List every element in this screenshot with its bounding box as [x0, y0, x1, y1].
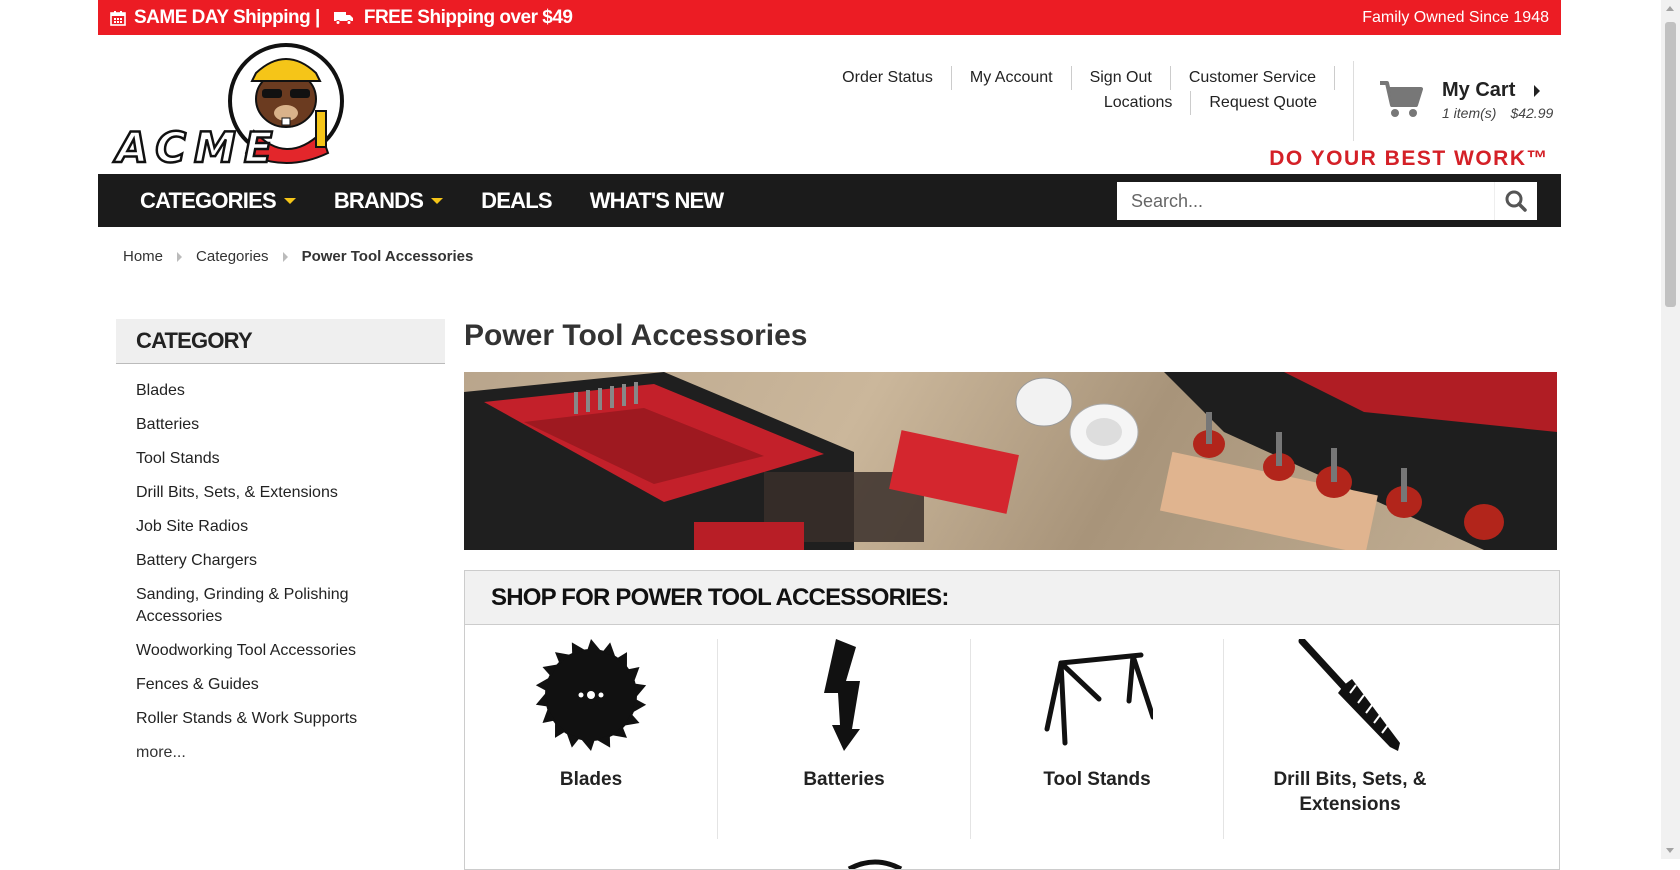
sidebar-heading: CATEGORY [116, 319, 445, 364]
nav-categories[interactable]: CATEGORIES [140, 188, 296, 214]
cart-item-count: 1 item(s) [1442, 105, 1497, 121]
sidebar-more-link[interactable]: more... [136, 742, 376, 764]
category-tile-tool-stands[interactable]: Tool Stands [971, 639, 1224, 839]
tool-accessories-photo-icon [464, 372, 1557, 550]
page-title: Power Tool Accessories [464, 319, 808, 352]
nav-brands-label: BRANDS [333, 187, 424, 213]
sidebar-item-roller-stands[interactable]: Roller Stands & Work Supports [136, 708, 376, 730]
nav-deals[interactable]: DEALS [481, 188, 552, 214]
tile-label: Blades [559, 769, 623, 790]
chevron-right-icon [282, 251, 288, 262]
sidebar-item-sanding-grinding[interactable]: Sanding, Grinding & Polishing Accessorie… [136, 584, 376, 628]
promo-bar: SAME DAY Shipping | FREE Shipping over $… [98, 0, 1561, 35]
sidebar-item-tool-stands[interactable]: Tool Stands [136, 448, 376, 470]
search-input[interactable] [1117, 182, 1494, 220]
locations-link[interactable]: Locations [1086, 90, 1192, 115]
sidebar-item-battery-chargers[interactable]: Battery Chargers [136, 550, 376, 572]
truck-icon [333, 11, 353, 25]
search-icon [1505, 190, 1527, 212]
site-header: ACME TOOLS Order Status My Account Sign … [98, 35, 1561, 222]
breadcrumb-categories[interactable]: Categories [196, 248, 269, 265]
shop-heading: SHOP FOR POWER TOOL ACCESSORIES: [465, 571, 1559, 625]
category-sidebar: CATEGORY Blades Batteries Tool Stands Dr… [116, 319, 445, 764]
calendar-icon [110, 10, 126, 26]
scroll-up-arrow-icon[interactable] [1666, 6, 1674, 11]
cart-title: My Cart [1442, 79, 1516, 101]
chevron-down-icon [431, 197, 444, 204]
family-owned-text: Family Owned Since 1948 [1362, 8, 1549, 26]
shopping-cart-icon [1380, 81, 1423, 117]
sidebar-item-batteries[interactable]: Batteries [136, 414, 376, 436]
chevron-right-icon [177, 251, 183, 262]
chevron-down-icon [283, 197, 296, 204]
nav-whats-new[interactable]: WHAT'S NEW [590, 188, 725, 214]
scroll-down-arrow-icon[interactable] [1666, 848, 1674, 853]
category-tile-blades[interactable]: Blades [465, 639, 718, 839]
same-day-shipping-text: SAME DAY Shipping | [134, 6, 320, 28]
my-account-link[interactable]: My Account [952, 65, 1072, 90]
sidebar-item-fences-guides[interactable]: Fences & Guides [136, 674, 376, 696]
breadcrumb-home[interactable]: Home [123, 248, 163, 265]
search-box [1117, 182, 1537, 220]
breadcrumb-current: Power Tool Accessories [301, 248, 474, 265]
sidebar-item-blades[interactable]: Blades [136, 380, 376, 402]
scrollbar-thumb[interactable] [1665, 22, 1676, 307]
acme-tools-logo[interactable]: ACME TOOLS [115, 41, 446, 222]
sidebar-item-job-site-radios[interactable]: Job Site Radios [136, 516, 376, 538]
sidebar-item-woodworking[interactable]: Woodworking Tool Accessories [136, 640, 376, 662]
tile-label: Drill Bits, Sets, & Extensions [1273, 769, 1427, 815]
sign-out-link[interactable]: Sign Out [1072, 65, 1171, 90]
free-shipping-text: FREE Shipping over $49 [363, 6, 573, 28]
page-scrollbar[interactable] [1661, 0, 1680, 859]
mini-cart[interactable]: My Cart 1 item(s) $42.99 [1353, 61, 1555, 141]
tile-label: Batteries [803, 769, 885, 790]
main-nav: CATEGORIES BRANDS DEALS WHAT'S NEW [98, 174, 1561, 227]
next-row-icon-peek [847, 859, 903, 869]
tagline: DO YOUR BEST WORK™ [1269, 147, 1549, 170]
page: SAME DAY Shipping | FREE Shipping over $… [98, 0, 1561, 870]
tile-label: Tool Stands [1043, 769, 1151, 790]
customer-service-link[interactable]: Customer Service [1171, 65, 1335, 90]
search-button[interactable] [1494, 182, 1537, 220]
nav-brands[interactable]: BRANDS [333, 187, 444, 214]
sawhorse-icon [1044, 652, 1153, 746]
category-banner-image [464, 372, 1557, 550]
account-links: Order Status My Account Sign Out Custome… [775, 65, 1335, 115]
cart-arrow-icon [1534, 85, 1540, 97]
main-content: Power Tool Accessories [464, 318, 1557, 550]
category-tile-drill-bits[interactable]: Drill Bits, Sets, & Extensions [1224, 639, 1476, 839]
shop-category-panel: SHOP FOR POWER TOOL ACCESSORIES: Blades … [464, 570, 1560, 870]
lightning-bolt-icon [824, 639, 860, 751]
sidebar-item-drill-bits[interactable]: Drill Bits, Sets, & Extensions [136, 482, 376, 504]
cart-summary: 1 item(s) $42.99 [1442, 105, 1553, 121]
category-tile-batteries[interactable]: Batteries [718, 639, 971, 839]
request-quote-link[interactable]: Request Quote [1191, 91, 1335, 115]
shipping-banner[interactable]: SAME DAY Shipping | FREE Shipping over $… [110, 6, 573, 29]
saw-blade-icon [535, 639, 647, 751]
nav-categories-label: CATEGORIES [140, 187, 277, 213]
drill-bit-icon [1298, 639, 1400, 751]
order-status-link[interactable]: Order Status [824, 65, 952, 90]
breadcrumb: Home Categories Power Tool Accessories [123, 248, 473, 265]
cart-total: $42.99 [1510, 105, 1554, 121]
